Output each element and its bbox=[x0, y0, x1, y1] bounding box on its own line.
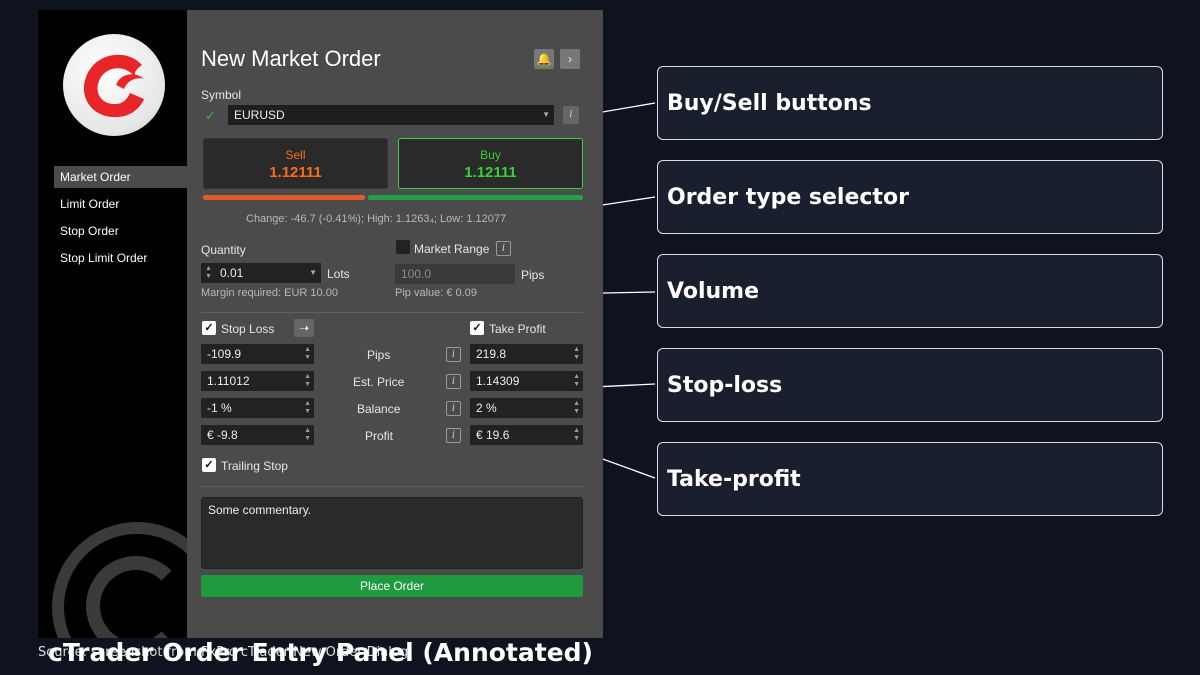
take-profit-label: Take Profit bbox=[489, 322, 546, 336]
order-type-sidebar: Market Order Limit Order Stop Order Stop… bbox=[38, 10, 187, 638]
buy-button[interactable]: Buy 1.12111 bbox=[398, 138, 583, 189]
tp-balance-input[interactable]: 2 % ▲ ▼ bbox=[470, 398, 583, 418]
info-icon[interactable]: i bbox=[496, 241, 511, 256]
ctrader-order-window: Market Order Limit Order Stop Order Stop… bbox=[38, 10, 603, 638]
callout-buy-sell: Buy/Sell buttons bbox=[657, 66, 1163, 140]
stepper-icon: ▲ ▼ bbox=[304, 373, 311, 388]
divider bbox=[201, 312, 583, 313]
check-icon: ✓ bbox=[205, 108, 216, 123]
buy-price: 1.12111 bbox=[464, 164, 517, 181]
tp-price-input[interactable]: 1.14309 ▲ ▼ bbox=[470, 371, 583, 391]
figure-caption: cTrader Order Entry Panel (Annotated) bbox=[48, 638, 593, 667]
market-stats: Change: -46.7 (-0.41%); High: 1.1263₄; L… bbox=[246, 213, 507, 225]
chevron-right-icon[interactable]: › bbox=[560, 49, 580, 69]
sidebar-item-stop-limit-order[interactable]: Stop Limit Order bbox=[54, 247, 187, 269]
symbol-label: Symbol bbox=[201, 88, 242, 102]
place-order-label: Place Order bbox=[359, 579, 425, 593]
buy-label: Buy bbox=[480, 148, 501, 162]
place-order-button[interactable]: Place Order bbox=[201, 575, 583, 597]
market-range-label: Market Range bbox=[414, 242, 490, 256]
tp-profit-value: € 19.6 bbox=[476, 428, 510, 442]
tp-pips-value: 219.8 bbox=[476, 347, 507, 361]
symbol-info-icon[interactable]: i bbox=[563, 106, 579, 124]
stepper-icon: ▲ ▼ bbox=[205, 265, 212, 280]
sell-label: Sell bbox=[285, 148, 306, 162]
trailing-stop-checkbox[interactable]: ✓ bbox=[202, 458, 216, 472]
sell-spread-bar bbox=[203, 195, 365, 200]
sl-price-value: 1.11012 bbox=[207, 374, 250, 388]
sl-balance-value: -1 % bbox=[207, 401, 232, 415]
sell-button[interactable]: Sell 1.12111 bbox=[203, 138, 388, 189]
stop-loss-checkbox[interactable]: ✓ bbox=[202, 321, 216, 335]
sl-price-input[interactable]: 1.11012 ▲ ▼ bbox=[201, 371, 314, 391]
range-value: 100.0 bbox=[401, 267, 432, 281]
arrow-right-icon[interactable]: ➝ bbox=[294, 319, 314, 337]
stepper-icon: ▲ ▼ bbox=[304, 427, 311, 442]
pip-value: Pip value: € 0.09 bbox=[395, 287, 477, 299]
row-label-pips: Pips bbox=[367, 348, 391, 362]
buy-spread-bar bbox=[368, 195, 583, 200]
tp-profit-input[interactable]: € 19.6 ▲ ▼ bbox=[470, 425, 583, 445]
sl-pips-value: -109.9 bbox=[207, 347, 242, 361]
page-title: New Market Order bbox=[201, 46, 381, 71]
ctrader-logo-icon bbox=[83, 54, 144, 118]
dropdown-arrow-icon: ▼ bbox=[542, 110, 550, 119]
dropdown-arrow-icon: ▼ bbox=[309, 268, 317, 277]
info-icon[interactable]: i bbox=[446, 401, 461, 416]
sidebar-item-stop-order[interactable]: Stop Order bbox=[54, 220, 187, 242]
sl-pips-input[interactable]: -109.9 ▲ ▼ bbox=[201, 344, 314, 364]
comment-text: Some commentary. bbox=[208, 503, 312, 517]
stepper-icon: ▲ ▼ bbox=[304, 346, 311, 361]
tp-pips-input[interactable]: 219.8 ▲ ▼ bbox=[470, 344, 583, 364]
tp-price-value: 1.14309 bbox=[476, 374, 520, 388]
take-profit-checkbox[interactable]: ✓ bbox=[470, 321, 484, 335]
sell-price: 1.12111 bbox=[269, 164, 322, 181]
symbol-select[interactable]: EURUSD ▼ bbox=[228, 105, 554, 125]
ctrader-logo bbox=[63, 34, 165, 136]
quantity-value: 0.01 bbox=[220, 266, 244, 280]
comment-textarea[interactable]: Some commentary. bbox=[201, 497, 583, 569]
range-unit: Pips bbox=[521, 268, 545, 282]
quantity-unit: Lots bbox=[327, 267, 350, 281]
trailing-stop-label: Trailing Stop bbox=[221, 459, 288, 473]
divider bbox=[201, 486, 583, 487]
bell-icon[interactable]: 🔔 bbox=[534, 49, 554, 69]
market-range-input[interactable]: 100.0 bbox=[395, 264, 515, 284]
order-form: New Market Order 🔔 › Symbol ✓ EURUSD ▼ i… bbox=[201, 10, 591, 638]
stepper-icon: ▲ ▼ bbox=[573, 373, 580, 388]
info-icon[interactable]: i bbox=[446, 428, 461, 443]
symbol-value: EURUSD bbox=[234, 108, 285, 122]
stepper-icon: ▲ ▼ bbox=[573, 400, 580, 415]
quantity-input[interactable]: ▲ ▼ 0.01 ▼ bbox=[201, 263, 321, 283]
sidebar-item-limit-order[interactable]: Limit Order bbox=[54, 193, 187, 215]
quantity-label: Quantity bbox=[201, 243, 246, 257]
market-range-checkbox[interactable] bbox=[396, 240, 410, 254]
callout-stop-loss: Stop-loss bbox=[657, 348, 1163, 422]
sl-profit-value: € -9.8 bbox=[207, 428, 238, 442]
margin-required: Margin required: EUR 10.00 bbox=[201, 287, 338, 299]
callout-volume: Volume bbox=[657, 254, 1163, 328]
stepper-icon: ▲ ▼ bbox=[573, 346, 580, 361]
stepper-icon: ▲ ▼ bbox=[573, 427, 580, 442]
sl-profit-input[interactable]: € -9.8 ▲ ▼ bbox=[201, 425, 314, 445]
tp-balance-value: 2 % bbox=[476, 401, 497, 415]
callout-take-profit: Take-profit bbox=[657, 442, 1163, 516]
sl-balance-input[interactable]: -1 % ▲ ▼ bbox=[201, 398, 314, 418]
row-label-est-price: Est. Price bbox=[353, 375, 405, 389]
info-icon[interactable]: i bbox=[446, 374, 461, 389]
row-label-balance: Balance bbox=[357, 402, 401, 416]
row-label-profit: Profit bbox=[365, 429, 394, 443]
sidebar-item-market-order[interactable]: Market Order bbox=[54, 166, 187, 188]
info-icon[interactable]: i bbox=[446, 347, 461, 362]
stop-loss-label: Stop Loss bbox=[221, 322, 275, 336]
callout-order-type: Order type selector bbox=[657, 160, 1163, 234]
stepper-icon: ▲ ▼ bbox=[304, 400, 311, 415]
